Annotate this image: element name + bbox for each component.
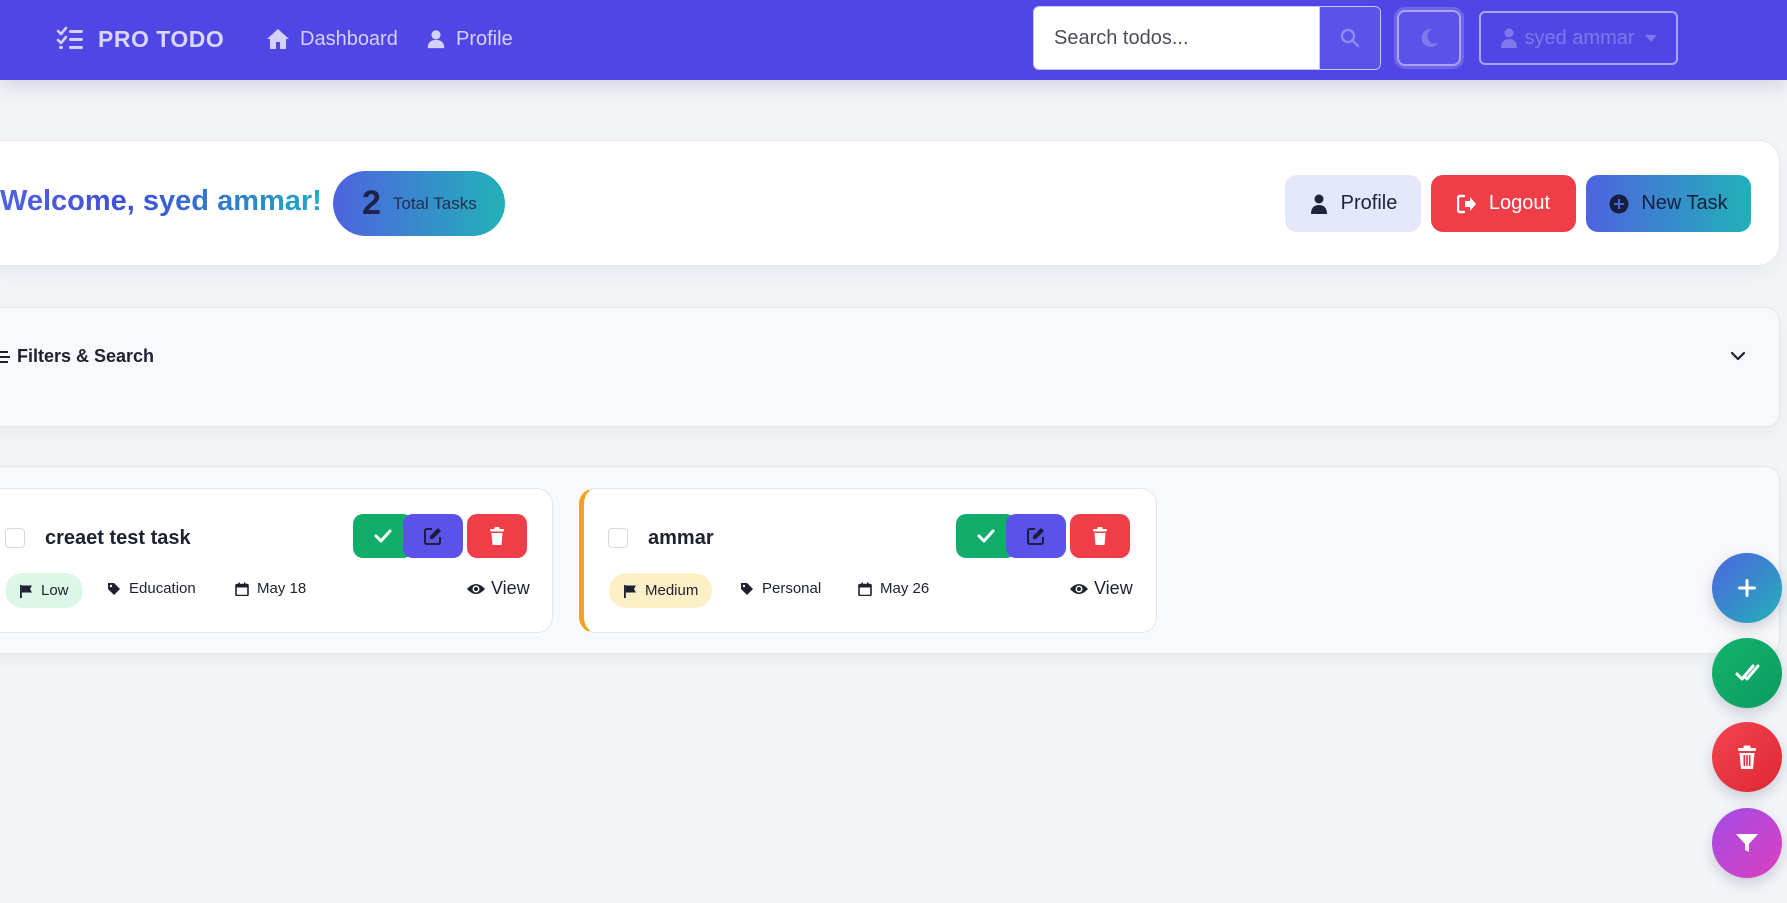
- search-button[interactable]: [1319, 7, 1380, 69]
- user-icon: [1310, 194, 1327, 214]
- check-icon: [374, 529, 392, 543]
- check-icon: [977, 529, 995, 543]
- welcome-greeting: Welcome,: [0, 185, 143, 217]
- logout-button-label: Logout: [1488, 192, 1551, 214]
- priority-label: Low: [41, 582, 69, 599]
- delete-task-button[interactable]: [1070, 514, 1130, 558]
- tag-icon: [741, 582, 753, 595]
- eye-icon: [1070, 583, 1088, 594]
- total-tasks-count: 2: [362, 184, 381, 222]
- edit-task-button[interactable]: [403, 514, 463, 558]
- fab-filter-button[interactable]: [1712, 808, 1782, 878]
- search-input[interactable]: [1034, 7, 1319, 69]
- chevron-down-icon[interactable]: [1728, 346, 1748, 366]
- welcome-heading: Welcome, syed ammar!: [0, 185, 322, 218]
- profile-button[interactable]: Profile: [1285, 175, 1421, 232]
- nav-profile-link[interactable]: Profile: [426, 22, 513, 56]
- sign-out-icon: [1456, 194, 1476, 213]
- view-task-link[interactable]: View: [1069, 578, 1133, 599]
- sliders-icon: [0, 350, 10, 363]
- eye-icon: [467, 583, 485, 594]
- calendar-icon: [235, 582, 249, 596]
- task-category: Education: [107, 580, 196, 597]
- brand-name: PRO TODO: [98, 25, 225, 52]
- task-checkbox[interactable]: [608, 528, 628, 548]
- nav-profile-label: Profile: [456, 27, 513, 50]
- plus-circle-icon: [1609, 194, 1629, 213]
- filters-title: Filters & Search: [17, 346, 155, 366]
- user-icon: [427, 30, 445, 49]
- priority-label: Medium: [645, 582, 699, 599]
- fab-complete-all-button[interactable]: [1712, 638, 1782, 708]
- fab-delete-button[interactable]: [1712, 722, 1782, 792]
- brand[interactable]: PRO TODO: [56, 22, 224, 56]
- logout-button[interactable]: Logout: [1431, 175, 1576, 232]
- profile-button-label: Profile: [1340, 192, 1398, 214]
- flag-icon: [20, 584, 32, 598]
- caret-down-icon: [1644, 34, 1657, 42]
- new-task-button-label: New Task: [1641, 192, 1728, 214]
- user-name: syed ammar: [1524, 26, 1635, 49]
- task-category-label: Personal: [762, 580, 822, 597]
- double-check-icon: [1735, 664, 1760, 681]
- trash-icon: [490, 527, 504, 545]
- task-title: creaet test task: [45, 527, 191, 549]
- user-dropdown[interactable]: syed ammar: [1479, 11, 1678, 65]
- task-due-date-label: May 18: [257, 580, 307, 597]
- filters-panel[interactable]: [0, 307, 1780, 427]
- trash-icon: [1093, 527, 1107, 545]
- filter-icon: [1736, 834, 1758, 852]
- task-checkbox[interactable]: [5, 528, 25, 548]
- fab-add-task-button[interactable]: [1712, 553, 1782, 623]
- task-category: Personal: [740, 580, 821, 597]
- task-category-label: Education: [129, 580, 196, 597]
- task-due-date: May 18: [235, 580, 306, 597]
- task-card[interactable]: [579, 488, 1157, 633]
- trash-icon: [1738, 745, 1756, 769]
- total-tasks-label: Total Tasks: [392, 193, 477, 213]
- view-task-label: View: [491, 578, 530, 598]
- nav-dashboard-label: Dashboard: [300, 27, 398, 50]
- task-title: ammar: [648, 527, 714, 549]
- tag-icon: [108, 582, 120, 595]
- nav-dashboard-link[interactable]: Dashboard: [266, 22, 398, 56]
- calendar-icon: [858, 582, 872, 596]
- task-due-date: May 26: [858, 580, 929, 597]
- task-list-icon: [56, 26, 83, 49]
- search-form: [1033, 6, 1381, 70]
- total-tasks-badge: 2 Total Tasks: [333, 171, 505, 236]
- filters-header[interactable]: Filters & Search: [0, 346, 154, 367]
- moon-icon: [1421, 28, 1438, 47]
- top-navbar: PRO TODO Dashboard Profile Search todos.…: [0, 0, 1787, 80]
- view-task-label: View: [1094, 578, 1133, 598]
- welcome-user-name: syed ammar!: [142, 185, 322, 217]
- user-icon: [1501, 28, 1518, 48]
- edit-icon: [424, 528, 441, 545]
- plus-icon: [1738, 579, 1756, 597]
- priority-badge: Medium: [609, 573, 713, 608]
- edit-task-button[interactable]: [1006, 514, 1066, 558]
- task-card[interactable]: [0, 488, 553, 633]
- flag-icon: [624, 584, 636, 598]
- new-task-button[interactable]: New Task: [1586, 175, 1751, 232]
- search-icon: [1340, 28, 1360, 48]
- edit-icon: [1027, 528, 1044, 545]
- view-task-link[interactable]: View: [466, 578, 530, 599]
- home-icon: [267, 29, 289, 49]
- theme-toggle-button[interactable]: [1397, 10, 1461, 66]
- delete-task-button[interactable]: [467, 514, 527, 558]
- task-due-date-label: May 26: [880, 580, 930, 597]
- priority-badge: Low: [5, 573, 83, 608]
